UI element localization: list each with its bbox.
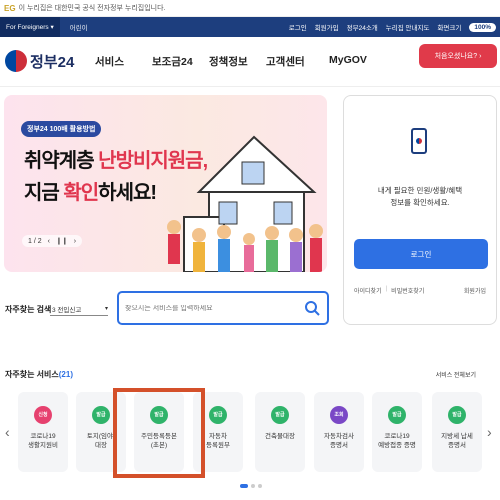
service-badge-icon: 조회 xyxy=(330,406,348,424)
login-button[interactable]: 로그인 xyxy=(354,239,488,269)
service-label: 지방세 납세 xyxy=(441,433,473,440)
nav-mygov[interactable]: MyGOV xyxy=(329,54,386,69)
pager-count: 1 / 2 xyxy=(28,237,42,245)
font-size-label: 화면크기 xyxy=(437,25,462,32)
service-badge-icon: 발급 xyxy=(92,406,110,424)
highlight-box xyxy=(113,388,205,478)
nav-support[interactable]: 고객센터 xyxy=(266,54,323,69)
service-badge-icon: 신청 xyxy=(34,406,52,424)
service-label: 예방접종 증명 xyxy=(378,442,416,449)
chevron-down-icon: ▾ xyxy=(50,24,54,31)
service-card[interactable]: 조회자동차검사증명서 xyxy=(314,392,364,472)
signup-link[interactable]: 회원가입 xyxy=(315,22,339,32)
service-label: 건축물대장 xyxy=(265,433,295,440)
search-icon[interactable] xyxy=(304,300,320,316)
service-label: 증명서 xyxy=(330,442,348,449)
search-box xyxy=(117,291,329,325)
chevron-left-icon[interactable]: ‹ xyxy=(5,424,10,440)
lang-select[interactable]: For Foreigners ▾ xyxy=(0,17,60,37)
account-links: 아이디찾기 | 비밀번호찾기 회원가입 xyxy=(354,286,486,295)
banner-badge: 정부24 100배 활용방법 xyxy=(21,121,102,137)
dot-active[interactable] xyxy=(240,484,248,488)
nav-policy[interactable]: 정책정보 xyxy=(209,54,266,69)
service-badge-icon: 발급 xyxy=(209,406,227,424)
search-label: 자주찾는 검색 xyxy=(5,305,52,314)
main-nav: 서비스 보조금24 정책정보 고객센터 MyGOV xyxy=(95,54,386,69)
family-house-illustration xyxy=(167,135,323,272)
dot[interactable] xyxy=(251,484,255,488)
login-description: 내게 필요한 민원/생활/혜택 정보를 확인하세요. xyxy=(377,186,463,207)
promo-banner[interactable]: 정부24 100배 활용방법 취약계층 난방비지원금, 지금 확인하세요! 1 … xyxy=(4,95,327,272)
service-badge-icon: 발급 xyxy=(388,406,406,424)
find-password-link[interactable]: 비밀번호찾기 xyxy=(391,286,424,295)
nav-services[interactable]: 서비스 xyxy=(95,54,152,69)
service-label: 자동차검사 xyxy=(324,433,354,440)
taegeuk-icon xyxy=(5,50,27,72)
service-card[interactable]: 신청코로나19 생활지원비 xyxy=(18,392,68,472)
dot[interactable] xyxy=(258,484,262,488)
sitemap-link[interactable]: 누리집 안내지도 xyxy=(386,22,430,32)
logo[interactable]: 정부24 xyxy=(5,50,74,72)
next-arrow-icon[interactable]: › xyxy=(74,238,76,245)
service-label: 생활지원비 xyxy=(28,442,58,449)
popular-search-select[interactable]: 3 전입신고 ▾ xyxy=(50,302,108,316)
first-visit-button[interactable]: 처음오셨나요? › xyxy=(419,44,497,68)
zoom-control[interactable]: 100% xyxy=(469,22,496,32)
gov-notice-text: 이 누리집은 대한민국 공식 전자정부 누리집입니다. xyxy=(18,5,166,12)
banner-pager: 1 / 2 ‹ ❙❙ › xyxy=(22,235,83,247)
nav-subsidy[interactable]: 보조금24 xyxy=(152,54,209,69)
service-card[interactable]: 발급지방세 납세증명서 xyxy=(432,392,482,472)
about-link[interactable]: 정부24소개 xyxy=(347,22,378,32)
service-badge-icon: 발급 xyxy=(448,406,466,424)
service-label: 증명서 xyxy=(448,442,466,449)
pause-icon[interactable]: ❙❙ xyxy=(56,237,68,245)
chevron-down-icon: ▾ xyxy=(104,306,108,312)
gov-notice-bar: EG 이 누리집은 대한민국 공식 전자정부 누리집입니다. xyxy=(0,0,500,17)
signup-link-card[interactable]: 회원가입 xyxy=(464,286,486,295)
service-label: 코로나19 xyxy=(384,433,410,440)
gov-mark: EG xyxy=(4,3,16,13)
banner-headline-2: 지금 확인하세요! xyxy=(24,182,157,204)
carousel-dots xyxy=(240,484,262,488)
top-utility-bar: For Foreigners ▾ 어린이 로그인 회원가입 정부24소개 누리집… xyxy=(0,17,500,37)
login-card: 내게 필요한 민원/생활/혜택 정보를 확인하세요. 로그인 아이디찾기 | 비… xyxy=(343,95,497,325)
search-input[interactable] xyxy=(125,304,295,312)
login-link[interactable]: 로그인 xyxy=(289,22,307,32)
prev-arrow-icon[interactable]: ‹ xyxy=(48,238,50,245)
kids-link[interactable]: 어린이 xyxy=(60,22,98,32)
see-all-services-link[interactable]: 서비스 전체보기 xyxy=(436,370,476,379)
mobile-phone-icon xyxy=(411,128,427,154)
service-label: 코로나19 xyxy=(30,433,56,440)
service-card[interactable]: 발급코로나19 예방접종 증명 xyxy=(372,392,422,472)
find-id-link[interactable]: 아이디찾기 xyxy=(354,286,382,295)
service-card[interactable]: 발급건축물대장 xyxy=(255,392,305,472)
service-badge-icon: 발급 xyxy=(271,406,289,424)
chevron-right-icon[interactable]: › xyxy=(487,424,492,440)
services-title: 자주찾는 서비스(21) xyxy=(5,370,73,379)
